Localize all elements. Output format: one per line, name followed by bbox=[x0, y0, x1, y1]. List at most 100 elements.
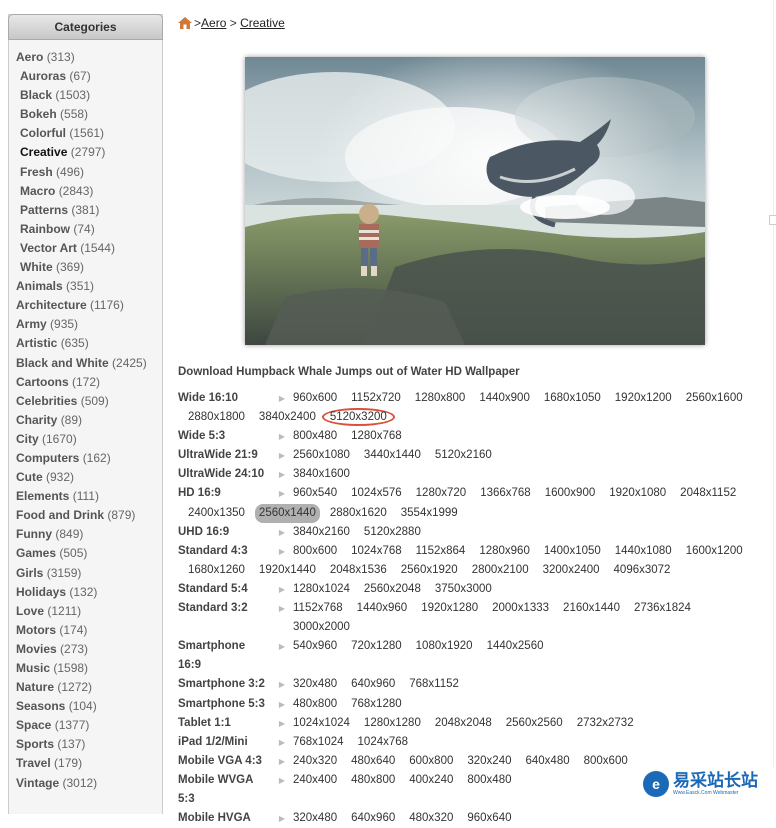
resolution-link[interactable]: 800x480 bbox=[293, 427, 337, 446]
sidebar-item-black-and-white[interactable]: Black and White (2425) bbox=[9, 354, 162, 373]
sidebar-item-white[interactable]: White (369) bbox=[9, 258, 162, 277]
resolution-link[interactable]: 2048x1536 bbox=[330, 561, 387, 580]
sidebar-item-vector-art[interactable]: Vector Art (1544) bbox=[9, 239, 162, 258]
resolution-link[interactable]: 240x320 bbox=[293, 752, 337, 771]
resolution-link[interactable]: 1024x1024 bbox=[293, 714, 350, 733]
resolution-link[interactable]: 5120x2160 bbox=[435, 446, 492, 465]
resolution-link[interactable]: 1280x800 bbox=[415, 389, 466, 408]
resolution-link[interactable]: 2048x1152 bbox=[680, 484, 736, 503]
resolution-link[interactable]: 3554x1999 bbox=[401, 504, 458, 523]
sidebar-item-aero[interactable]: Aero (313) bbox=[9, 48, 162, 67]
sidebar-item-celebrities[interactable]: Celebrities (509) bbox=[9, 392, 162, 411]
resolution-link[interactable]: 320x480 bbox=[293, 809, 337, 828]
sidebar-item-creative[interactable]: Creative (2797) bbox=[9, 143, 162, 162]
resolution-link[interactable]: 720x1280 bbox=[351, 637, 402, 656]
resolution-link[interactable]: 1024x768 bbox=[351, 542, 402, 561]
sidebar-item-motors[interactable]: Motors (174) bbox=[9, 621, 162, 640]
resolution-link[interactable]: 3840x2400 bbox=[259, 408, 316, 427]
sidebar-item-cute[interactable]: Cute (932) bbox=[9, 468, 162, 487]
resolution-link[interactable]: 1280x720 bbox=[416, 484, 467, 503]
resolution-link[interactable]: 800x600 bbox=[584, 752, 628, 771]
resolution-link[interactable]: 1152x768 bbox=[293, 599, 343, 618]
resolution-link[interactable]: 1440x2560 bbox=[487, 637, 544, 656]
resolution-link[interactable]: 1600x900 bbox=[545, 484, 596, 503]
resolution-link[interactable]: 5120x3200 bbox=[321, 408, 395, 427]
resolution-link[interactable]: 640x960 bbox=[351, 809, 395, 828]
resolution-link[interactable]: 768x1152 bbox=[409, 675, 459, 694]
resolution-link[interactable]: 1280x768 bbox=[351, 427, 402, 446]
sidebar-item-computers[interactable]: Computers (162) bbox=[9, 449, 162, 468]
resolution-link[interactable]: 3840x2160 bbox=[293, 523, 350, 542]
resolution-link[interactable]: 960x600 bbox=[293, 389, 337, 408]
sidebar-item-love[interactable]: Love (1211) bbox=[9, 602, 162, 621]
resolution-link[interactable]: 480x320 bbox=[409, 809, 453, 828]
home-icon[interactable] bbox=[178, 17, 192, 29]
sidebar-item-architecture[interactable]: Architecture (1176) bbox=[9, 296, 162, 315]
resolution-link[interactable]: 768x1280 bbox=[351, 695, 402, 714]
resolution-link[interactable]: 540x960 bbox=[293, 637, 337, 656]
resolution-link[interactable]: 3750x3000 bbox=[435, 580, 492, 599]
resolution-link[interactable]: 4096x3072 bbox=[614, 561, 671, 580]
resolution-link[interactable]: 1440x1080 bbox=[615, 542, 672, 561]
sidebar-item-seasons[interactable]: Seasons (104) bbox=[9, 697, 162, 716]
resolution-link[interactable]: 2560x1440 bbox=[254, 503, 320, 523]
sidebar-item-black[interactable]: Black (1503) bbox=[9, 86, 162, 105]
sidebar-item-bokeh[interactable]: Bokeh (558) bbox=[9, 105, 162, 124]
sidebar-item-space[interactable]: Space (1377) bbox=[9, 716, 162, 735]
sidebar-item-funny[interactable]: Funny (849) bbox=[9, 525, 162, 544]
resolution-link[interactable]: 1920x1200 bbox=[615, 389, 672, 408]
resolution-link[interactable]: 1400x1050 bbox=[544, 542, 601, 561]
sidebar-item-macro[interactable]: Macro (2843) bbox=[9, 182, 162, 201]
sidebar-item-colorful[interactable]: Colorful (1561) bbox=[9, 124, 162, 143]
resolution-link[interactable]: 2800x2100 bbox=[472, 561, 529, 580]
sidebar-item-city[interactable]: City (1670) bbox=[9, 430, 162, 449]
resolution-link[interactable]: 768x1024 bbox=[293, 733, 344, 752]
sidebar-item-vintage[interactable]: Vintage (3012) bbox=[9, 774, 162, 793]
resolution-link[interactable]: 3440x1440 bbox=[364, 446, 421, 465]
resolution-link[interactable]: 480x800 bbox=[351, 771, 395, 790]
resolution-link[interactable]: 1600x1200 bbox=[686, 542, 743, 561]
breadcrumb-link-aero[interactable]: Aero bbox=[201, 16, 226, 30]
resolution-link[interactable]: 1680x1260 bbox=[188, 561, 245, 580]
resolution-link[interactable]: 400x240 bbox=[409, 771, 453, 790]
resolution-link[interactable]: 1280x960 bbox=[479, 542, 530, 561]
resolution-link[interactable]: 2880x1800 bbox=[188, 408, 245, 427]
sidebar-item-auroras[interactable]: Auroras (67) bbox=[9, 67, 162, 86]
resolution-link[interactable]: 2560x2048 bbox=[364, 580, 421, 599]
resolution-link[interactable]: 1920x1440 bbox=[259, 561, 316, 580]
resolution-link[interactable]: 2048x2048 bbox=[435, 714, 492, 733]
resolution-link[interactable]: 5120x2880 bbox=[364, 523, 421, 542]
resolution-link[interactable]: 240x400 bbox=[293, 771, 337, 790]
resolution-link[interactable]: 2560x1600 bbox=[686, 389, 743, 408]
wallpaper-preview-image[interactable] bbox=[245, 57, 705, 345]
resolution-link[interactable]: 2736x1824 bbox=[634, 599, 691, 618]
resolution-link[interactable]: 2880x1620 bbox=[330, 504, 387, 523]
resolution-link[interactable]: 3840x1600 bbox=[293, 465, 350, 484]
resolution-link[interactable]: 960x640 bbox=[467, 809, 511, 828]
resolution-link[interactable]: 1366x768 bbox=[480, 484, 531, 503]
sidebar-item-games[interactable]: Games (505) bbox=[9, 544, 162, 563]
resolution-link[interactable]: 3000x2000 bbox=[293, 618, 350, 637]
resolution-link[interactable]: 1152x720 bbox=[351, 389, 401, 408]
resolution-link[interactable]: 2560x1920 bbox=[401, 561, 458, 580]
resolution-link[interactable]: 600x800 bbox=[409, 752, 453, 771]
sidebar-item-animals[interactable]: Animals (351) bbox=[9, 277, 162, 296]
resolution-link[interactable]: 320x480 bbox=[293, 675, 337, 694]
resolution-link[interactable]: 1024x768 bbox=[358, 733, 409, 752]
resolution-link[interactable]: 2400x1350 bbox=[188, 504, 245, 523]
resolution-link[interactable]: 1680x1050 bbox=[544, 389, 601, 408]
resolution-link[interactable]: 1920x1080 bbox=[609, 484, 666, 503]
resolution-link[interactable]: 800x480 bbox=[467, 771, 511, 790]
resolution-link[interactable]: 2000x1333 bbox=[492, 599, 549, 618]
sidebar-item-girls[interactable]: Girls (3159) bbox=[9, 564, 162, 583]
sidebar-item-charity[interactable]: Charity (89) bbox=[9, 411, 162, 430]
resolution-link[interactable]: 320x240 bbox=[467, 752, 511, 771]
resolution-link[interactable]: 1280x1280 bbox=[364, 714, 421, 733]
sidebar-item-music[interactable]: Music (1598) bbox=[9, 659, 162, 678]
resolution-link[interactable]: 1920x1280 bbox=[421, 599, 478, 618]
resolution-link[interactable]: 1440x960 bbox=[357, 599, 408, 618]
resolution-link[interactable]: 480x800 bbox=[293, 695, 337, 714]
sidebar-item-elements[interactable]: Elements (111) bbox=[9, 487, 162, 506]
sidebar-item-holidays[interactable]: Holidays (132) bbox=[9, 583, 162, 602]
resolution-link[interactable]: 960x540 bbox=[293, 484, 337, 503]
